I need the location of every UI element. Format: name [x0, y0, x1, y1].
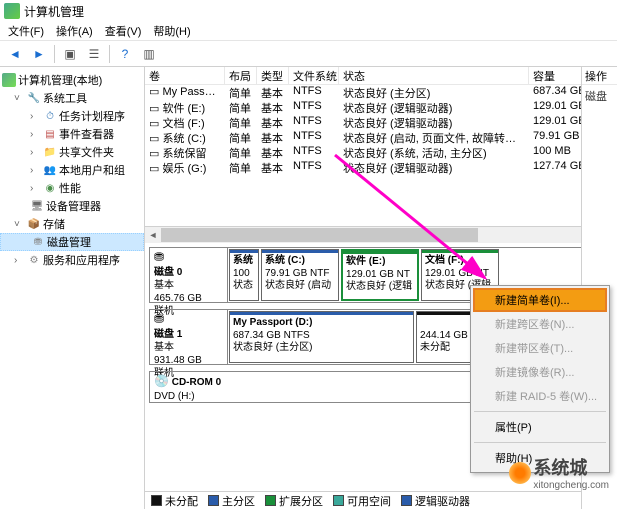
watermark: 系统城 xitongcheng.com [509, 454, 609, 491]
disk-icon: ⛃ [154, 312, 223, 328]
col-layout[interactable]: 布局 [225, 67, 257, 84]
ctx-new-simple-volume[interactable]: 新建简单卷(I)... [473, 288, 607, 312]
menu-help[interactable]: 帮助(H) [149, 23, 194, 39]
volume-row[interactable]: ▭ 系统 (C:)简单基本NTFS状态良好 (启动, 页面文件, 故障转储, 主… [145, 130, 617, 145]
titlebar: 计算机管理 [0, 0, 617, 22]
ctx-new-striped-volume: 新建带区卷(T)... [473, 336, 607, 360]
disc-icon: 💿 [154, 374, 169, 388]
nav-tree[interactable]: 计算机管理(本地) ˅🔧系统工具 ›⏱任务计划程序 ›▤事件查看器 ›📁共享文件… [0, 67, 145, 509]
actions-label[interactable]: 磁盘 [582, 85, 617, 107]
partition-e[interactable]: 软件 (E:)129.01 GB NT状态良好 (逻辑 [341, 249, 419, 301]
actions-header: 操作 [582, 67, 617, 85]
app-icon [4, 3, 20, 19]
legend-logical: 逻辑驱动器 [415, 493, 470, 509]
ctx-properties[interactable]: 属性(P) [473, 415, 607, 439]
tree-tasksched[interactable]: ›⏱任务计划程序 [0, 107, 144, 125]
tree-storage[interactable]: ˅📦存储 [0, 215, 144, 233]
volumes-header[interactable]: 卷 布局 类型 文件系统 状态 容量 可 [145, 67, 617, 85]
tree-perf[interactable]: ›◉性能 [0, 179, 144, 197]
menu-action[interactable]: 操作(A) [52, 23, 97, 39]
partition-c[interactable]: 系统 (C:)79.91 GB NTF状态良好 (启动 [261, 249, 339, 301]
scrollbar-horizontal[interactable]: ◄ ► [145, 227, 617, 243]
legend-primary: 主分区 [222, 493, 255, 509]
legend-extended: 扩展分区 [279, 493, 323, 509]
legend-freespace: 可用空间 [347, 493, 391, 509]
col-type[interactable]: 类型 [257, 67, 289, 84]
volume-row[interactable]: ▭ My Passport (D:)简单基本NTFS状态良好 (主分区)687.… [145, 85, 617, 100]
partition-d[interactable]: My Passport (D:)687.34 GB NTFS状态良好 (主分区) [229, 311, 414, 363]
legend-unallocated: 未分配 [165, 493, 198, 509]
tree-eventvwr[interactable]: ›▤事件查看器 [0, 125, 144, 143]
watermark-icon [509, 462, 531, 484]
back-icon[interactable]: ◄ [4, 43, 26, 65]
partition-sysreserved[interactable]: 系统100状态 [229, 249, 259, 301]
window-title: 计算机管理 [24, 3, 84, 20]
list-icon[interactable]: ▥ [138, 43, 160, 65]
volume-row[interactable]: ▭ 娱乐 (G:)简单基本NTFS状态良好 (逻辑驱动器)127.74 GB11 [145, 160, 617, 175]
volume-row[interactable]: ▭ 文档 (F:)简单基本NTFS状态良好 (逻辑驱动器)129.01 GB94 [145, 115, 617, 130]
scroll-left-icon[interactable]: ◄ [145, 227, 161, 243]
tree-localusers[interactable]: ›👥本地用户和组 [0, 161, 144, 179]
col-volume[interactable]: 卷 [145, 67, 225, 84]
ctx-new-spanned-volume: 新建跨区卷(N)... [473, 312, 607, 336]
watermark-brand: 系统城 [533, 454, 609, 480]
tree-systools[interactable]: ˅🔧系统工具 [0, 89, 144, 107]
tree-devmgr[interactable]: 🖥设备管理器 [0, 197, 144, 215]
tree-diskmgmt[interactable]: ⛃磁盘管理 [0, 233, 144, 251]
tree-root[interactable]: 计算机管理(本地) [0, 71, 144, 89]
col-filesystem[interactable]: 文件系统 [289, 67, 339, 84]
up-icon[interactable]: ▣ [59, 43, 81, 65]
menu-file[interactable]: 文件(F) [4, 23, 48, 39]
volume-row[interactable]: ▭ 系统保留简单基本NTFS状态良好 (系统, 活动, 主分区)100 MB65 [145, 145, 617, 160]
ctx-new-mirrored-volume: 新建镜像卷(R)... [473, 360, 607, 384]
menu-view[interactable]: 查看(V) [101, 23, 146, 39]
tree-shared[interactable]: ›📁共享文件夹 [0, 143, 144, 161]
refresh-icon[interactable]: ? [114, 43, 136, 65]
context-menu: 新建简单卷(I)... 新建跨区卷(N)... 新建带区卷(T)... 新建镜像… [470, 285, 610, 473]
toolbar: ◄ ► ▣ ☰ ? ▥ [0, 41, 617, 67]
disk-0-label: ⛃ 磁盘 0 基本 465.76 GB 联机 [150, 248, 228, 302]
ctx-new-raid5-volume: 新建 RAID-5 卷(W)... [473, 384, 607, 408]
menubar: 文件(F) 操作(A) 查看(V) 帮助(H) [0, 22, 617, 41]
props-icon[interactable]: ☰ [83, 43, 105, 65]
disk-icon: ⛃ [154, 250, 223, 266]
volumes-list: 卷 布局 类型 文件系统 状态 容量 可 ▭ My Passport (D:)简… [145, 67, 617, 227]
volume-row[interactable]: ▭ 软件 (E:)简单基本NTFS状态良好 (逻辑驱动器)129.01 GB10 [145, 100, 617, 115]
col-status[interactable]: 状态 [339, 67, 529, 84]
disk-1-label: ⛃ 磁盘 1 基本 931.48 GB 联机 [150, 310, 228, 364]
legend: 未分配 主分区 扩展分区 可用空间 逻辑驱动器 [145, 491, 617, 509]
forward-icon[interactable]: ► [28, 43, 50, 65]
tree-services[interactable]: ›⚙服务和应用程序 [0, 251, 144, 269]
scroll-thumb[interactable] [161, 228, 478, 242]
watermark-url: xitongcheng.com [533, 480, 609, 491]
